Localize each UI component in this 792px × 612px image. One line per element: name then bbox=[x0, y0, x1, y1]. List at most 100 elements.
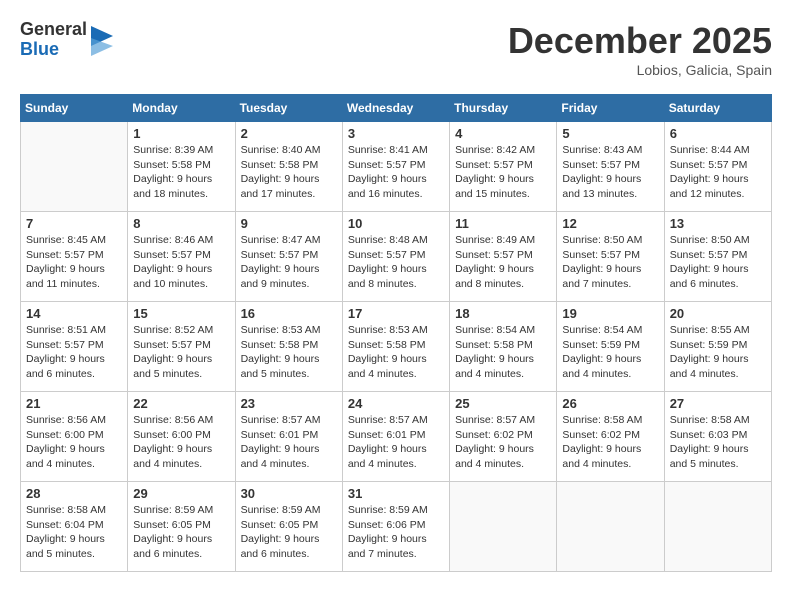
calendar-cell: 28 Sunrise: 8:58 AMSunset: 6:04 PMDayligh… bbox=[21, 482, 128, 572]
day-number: 30 bbox=[241, 486, 337, 501]
day-number: 18 bbox=[455, 306, 551, 321]
calendar-cell: 5 Sunrise: 8:43 AMSunset: 5:57 PMDaylight… bbox=[557, 122, 664, 212]
calendar-cell: 3 Sunrise: 8:41 AMSunset: 5:57 PMDaylight… bbox=[342, 122, 449, 212]
calendar-cell: 9 Sunrise: 8:47 AMSunset: 5:57 PMDaylight… bbox=[235, 212, 342, 302]
day-number: 17 bbox=[348, 306, 444, 321]
calendar-cell: 24 Sunrise: 8:57 AMSunset: 6:01 PMDayligh… bbox=[342, 392, 449, 482]
day-of-week-header: Thursday bbox=[450, 95, 557, 122]
day-of-week-header: Tuesday bbox=[235, 95, 342, 122]
day-number: 7 bbox=[26, 216, 122, 231]
calendar-cell: 2 Sunrise: 8:40 AMSunset: 5:58 PMDaylight… bbox=[235, 122, 342, 212]
day-info: Sunrise: 8:56 AMSunset: 6:00 PMDaylight:… bbox=[133, 413, 229, 472]
day-number: 23 bbox=[241, 396, 337, 411]
calendar-cell: 16 Sunrise: 8:53 AMSunset: 5:58 PMDayligh… bbox=[235, 302, 342, 392]
day-info: Sunrise: 8:51 AMSunset: 5:57 PMDaylight:… bbox=[26, 323, 122, 382]
calendar-cell: 20 Sunrise: 8:55 AMSunset: 5:59 PMDayligh… bbox=[664, 302, 771, 392]
calendar-cell: 12Sunrise: 8:50 AMSunset: 5:57 PMDayligh… bbox=[557, 212, 664, 302]
day-info: Sunrise: 8:41 AMSunset: 5:57 PMDaylight:… bbox=[348, 143, 444, 202]
day-number: 25 bbox=[455, 396, 551, 411]
day-info: Sunrise: 8:58 AMSunset: 6:02 PMDaylight:… bbox=[562, 413, 658, 472]
day-info: Sunrise: 8:57 AMSunset: 6:01 PMDaylight:… bbox=[348, 413, 444, 472]
day-number: 3 bbox=[348, 126, 444, 141]
day-number: 22 bbox=[133, 396, 229, 411]
day-info: Sunrise: 8:59 AMSunset: 6:05 PMDaylight:… bbox=[241, 503, 337, 562]
day-info: Sunrise: 8:50 AMSunset: 5:57 PMDaylight:… bbox=[670, 233, 766, 292]
calendar-table: SundayMondayTuesdayWednesdayThursdayFrid… bbox=[20, 94, 772, 572]
month-title: December 2025 bbox=[508, 20, 772, 62]
day-number: 31 bbox=[348, 486, 444, 501]
calendar-cell: 21 Sunrise: 8:56 AMSunset: 6:00 PMDayligh… bbox=[21, 392, 128, 482]
day-info: Sunrise: 8:59 AMSunset: 6:05 PMDaylight:… bbox=[133, 503, 229, 562]
header-row: SundayMondayTuesdayWednesdayThursdayFrid… bbox=[21, 95, 772, 122]
day-number: 9 bbox=[241, 216, 337, 231]
calendar-cell: 31 Sunrise: 8:59 AMSunset: 6:06 PMDayligh… bbox=[342, 482, 449, 572]
calendar-cell: 10 Sunrise: 8:48 AMSunset: 5:57 PMDayligh… bbox=[342, 212, 449, 302]
calendar-cell: 13 Sunrise: 8:50 AMSunset: 5:57 PMDayligh… bbox=[664, 212, 771, 302]
day-number: 11 bbox=[455, 216, 551, 231]
calendar-week: 28 Sunrise: 8:58 AMSunset: 6:04 PMDayligh… bbox=[21, 482, 772, 572]
day-number: 1 bbox=[133, 126, 229, 141]
calendar-body: 1Sunrise: 8:39 AMSunset: 5:58 PMDaylight… bbox=[21, 122, 772, 572]
calendar-cell: 30 Sunrise: 8:59 AMSunset: 6:05 PMDayligh… bbox=[235, 482, 342, 572]
day-info: Sunrise: 8:56 AMSunset: 6:00 PMDaylight:… bbox=[26, 413, 122, 472]
day-number: 24 bbox=[348, 396, 444, 411]
day-info: Sunrise: 8:55 AMSunset: 5:59 PMDaylight:… bbox=[670, 323, 766, 382]
calendar-cell: 14Sunrise: 8:51 AMSunset: 5:57 PMDayligh… bbox=[21, 302, 128, 392]
day-number: 10 bbox=[348, 216, 444, 231]
day-info: Sunrise: 8:45 AMSunset: 5:57 PMDaylight:… bbox=[26, 233, 122, 292]
calendar-week: 14Sunrise: 8:51 AMSunset: 5:57 PMDayligh… bbox=[21, 302, 772, 392]
calendar-cell: 23 Sunrise: 8:57 AMSunset: 6:01 PMDayligh… bbox=[235, 392, 342, 482]
page-header: General Blue December 2025 Lobios, Galic… bbox=[20, 20, 772, 78]
calendar-cell bbox=[664, 482, 771, 572]
day-number: 27 bbox=[670, 396, 766, 411]
day-info: Sunrise: 8:44 AMSunset: 5:57 PMDaylight:… bbox=[670, 143, 766, 202]
day-number: 21 bbox=[26, 396, 122, 411]
location: Lobios, Galicia, Spain bbox=[508, 62, 772, 78]
calendar-cell bbox=[557, 482, 664, 572]
day-info: Sunrise: 8:42 AMSunset: 5:57 PMDaylight:… bbox=[455, 143, 551, 202]
calendar-week: 21 Sunrise: 8:56 AMSunset: 6:00 PMDayligh… bbox=[21, 392, 772, 482]
calendar-cell: 4Sunrise: 8:42 AMSunset: 5:57 PMDaylight… bbox=[450, 122, 557, 212]
day-info: Sunrise: 8:54 AMSunset: 5:59 PMDaylight:… bbox=[562, 323, 658, 382]
calendar-cell: 18 Sunrise: 8:54 AMSunset: 5:58 PMDayligh… bbox=[450, 302, 557, 392]
day-info: Sunrise: 8:49 AMSunset: 5:57 PMDaylight:… bbox=[455, 233, 551, 292]
day-number: 5 bbox=[562, 126, 658, 141]
calendar-cell: 11 Sunrise: 8:49 AMSunset: 5:57 PMDayligh… bbox=[450, 212, 557, 302]
day-number: 8 bbox=[133, 216, 229, 231]
day-info: Sunrise: 8:47 AMSunset: 5:57 PMDaylight:… bbox=[241, 233, 337, 292]
calendar-cell: 1Sunrise: 8:39 AMSunset: 5:58 PMDaylight… bbox=[128, 122, 235, 212]
logo-blue: Blue bbox=[20, 40, 87, 60]
calendar-cell: 27Sunrise: 8:58 AMSunset: 6:03 PMDayligh… bbox=[664, 392, 771, 482]
calendar-cell bbox=[21, 122, 128, 212]
day-of-week-header: Wednesday bbox=[342, 95, 449, 122]
calendar-cell: 22 Sunrise: 8:56 AMSunset: 6:00 PMDayligh… bbox=[128, 392, 235, 482]
day-info: Sunrise: 8:40 AMSunset: 5:58 PMDaylight:… bbox=[241, 143, 337, 202]
day-number: 15 bbox=[133, 306, 229, 321]
day-number: 29 bbox=[133, 486, 229, 501]
day-info: Sunrise: 8:53 AMSunset: 5:58 PMDaylight:… bbox=[241, 323, 337, 382]
calendar-cell: 8 Sunrise: 8:46 AMSunset: 5:57 PMDaylight… bbox=[128, 212, 235, 302]
day-info: Sunrise: 8:58 AMSunset: 6:04 PMDaylight:… bbox=[26, 503, 122, 562]
title-block: December 2025 Lobios, Galicia, Spain bbox=[508, 20, 772, 78]
day-number: 19 bbox=[562, 306, 658, 321]
day-of-week-header: Friday bbox=[557, 95, 664, 122]
day-number: 16 bbox=[241, 306, 337, 321]
day-number: 6 bbox=[670, 126, 766, 141]
day-info: Sunrise: 8:54 AMSunset: 5:58 PMDaylight:… bbox=[455, 323, 551, 382]
calendar-cell: 7 Sunrise: 8:45 AMSunset: 5:57 PMDaylight… bbox=[21, 212, 128, 302]
day-info: Sunrise: 8:59 AMSunset: 6:06 PMDaylight:… bbox=[348, 503, 444, 562]
calendar-cell: 29 Sunrise: 8:59 AMSunset: 6:05 PMDayligh… bbox=[128, 482, 235, 572]
day-info: Sunrise: 8:57 AMSunset: 6:01 PMDaylight:… bbox=[241, 413, 337, 472]
day-number: 2 bbox=[241, 126, 337, 141]
day-info: Sunrise: 8:50 AMSunset: 5:57 PMDaylight:… bbox=[562, 233, 658, 292]
calendar-cell: 19 Sunrise: 8:54 AMSunset: 5:59 PMDayligh… bbox=[557, 302, 664, 392]
day-info: Sunrise: 8:53 AMSunset: 5:58 PMDaylight:… bbox=[348, 323, 444, 382]
day-info: Sunrise: 8:48 AMSunset: 5:57 PMDaylight:… bbox=[348, 233, 444, 292]
day-info: Sunrise: 8:46 AMSunset: 5:57 PMDaylight:… bbox=[133, 233, 229, 292]
day-number: 13 bbox=[670, 216, 766, 231]
calendar-week: 1Sunrise: 8:39 AMSunset: 5:58 PMDaylight… bbox=[21, 122, 772, 212]
day-info: Sunrise: 8:43 AMSunset: 5:57 PMDaylight:… bbox=[562, 143, 658, 202]
calendar-cell: 6 Sunrise: 8:44 AMSunset: 5:57 PMDaylight… bbox=[664, 122, 771, 212]
day-number: 20 bbox=[670, 306, 766, 321]
day-number: 28 bbox=[26, 486, 122, 501]
